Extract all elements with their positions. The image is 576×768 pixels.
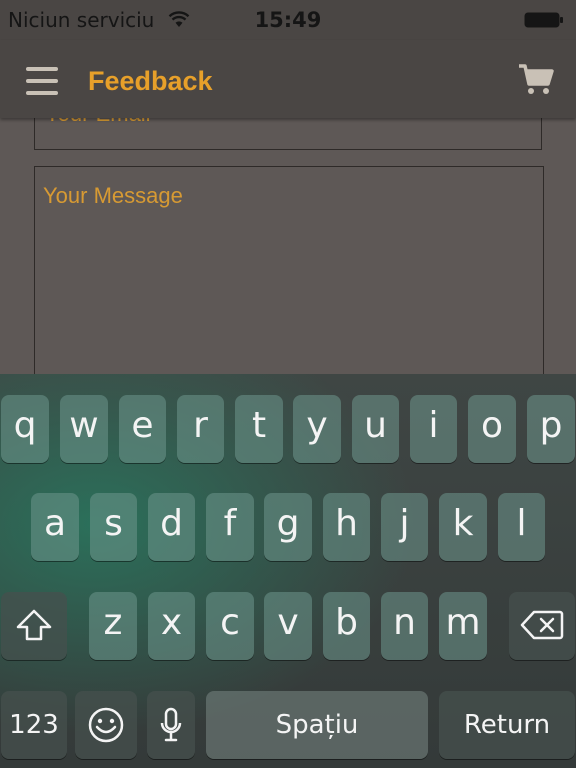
key-a[interactable]: a	[31, 493, 79, 561]
key-f[interactable]: f	[206, 493, 254, 561]
message-field[interactable]: Your Message	[34, 166, 544, 386]
nav-bar: Feedback	[0, 40, 576, 118]
key-p[interactable]: p	[527, 395, 575, 463]
key-k[interactable]: k	[439, 493, 487, 561]
key-n[interactable]: n	[381, 592, 428, 660]
key-z[interactable]: z	[89, 592, 137, 660]
key-l[interactable]: l	[498, 493, 545, 561]
delete-key[interactable]	[509, 592, 575, 660]
battery-icon	[524, 12, 563, 28]
shift-key[interactable]	[1, 592, 67, 660]
cart-icon[interactable]	[518, 62, 554, 96]
dictation-key[interactable]	[147, 691, 195, 759]
key-g[interactable]: g	[264, 493, 312, 561]
key-s[interactable]: s	[90, 493, 137, 561]
key-m[interactable]: m	[439, 592, 487, 660]
status-bar: Niciun serviciu 15:49	[0, 0, 576, 40]
backspace-icon	[520, 610, 564, 640]
keyboard: q w e r t y u i o p a s d f g h j k l z …	[0, 374, 576, 768]
message-placeholder: Your Message	[43, 183, 183, 208]
status-time: 15:49	[254, 8, 322, 32]
key-h[interactable]: h	[323, 493, 370, 561]
key-u[interactable]: u	[352, 395, 399, 463]
shift-icon	[16, 609, 52, 641]
space-key[interactable]: Spațiu	[206, 691, 428, 759]
page-title: Feedback	[88, 66, 213, 96]
key-b[interactable]: b	[323, 592, 370, 660]
key-j[interactable]: j	[381, 493, 428, 561]
key-d[interactable]: d	[148, 493, 195, 561]
key-q[interactable]: q	[1, 395, 49, 463]
microphone-icon	[160, 707, 182, 742]
numbers-key[interactable]: 123	[1, 691, 67, 759]
emoji-icon	[88, 707, 124, 743]
key-o[interactable]: o	[468, 395, 516, 463]
key-v[interactable]: v	[264, 592, 312, 660]
key-t[interactable]: t	[235, 395, 283, 463]
emoji-key[interactable]	[75, 691, 137, 759]
key-w[interactable]: w	[60, 395, 108, 463]
key-i[interactable]: i	[410, 395, 457, 463]
key-r[interactable]: r	[177, 395, 224, 463]
key-x[interactable]: x	[148, 592, 195, 660]
key-c[interactable]: c	[206, 592, 254, 660]
key-e[interactable]: e	[119, 395, 166, 463]
menu-icon[interactable]	[26, 67, 58, 95]
return-key[interactable]: Return	[439, 691, 575, 759]
key-y[interactable]: y	[293, 395, 341, 463]
